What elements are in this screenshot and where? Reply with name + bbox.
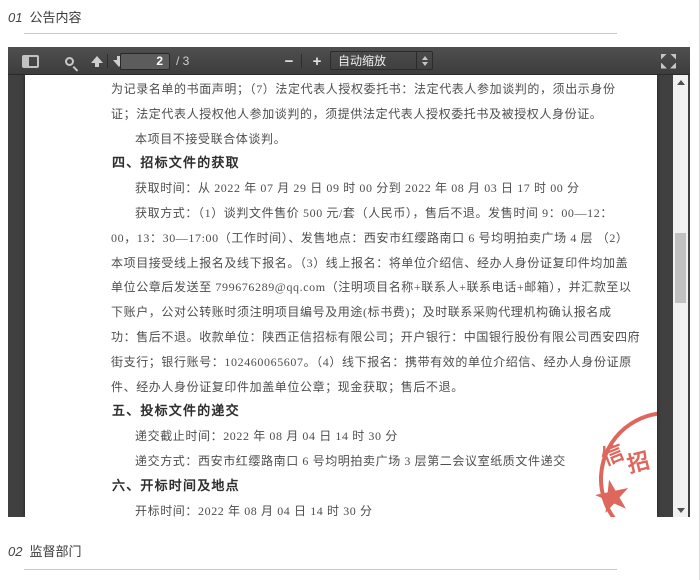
pdf-viewer: 2 / 3 − + 自动缩放 为记录名单的书面声明；（7）法定代表人: [8, 47, 690, 517]
section-number: 01: [8, 10, 22, 25]
doc-text-line: 递交方式：西安市红缨路南口 6 号均明拍卖广场 3 层第二会议室纸质文件递交: [111, 449, 651, 474]
doc-text-line: 街支行；银行账号：102460065607。（4）线下报名：携带有效的单位介绍信…: [111, 350, 651, 375]
section-number: 02: [8, 544, 22, 559]
doc-text-line: 本项目不接受联合体谈判。: [111, 127, 651, 152]
triangle-down-icon: [677, 508, 685, 513]
section-supervision-header: 02 监督部门: [8, 541, 81, 560]
doc-text-line: 为记录名单的书面声明；（7）法定代表人授权委托书：法定代表人参加谈判的，须出示身…: [111, 77, 651, 102]
page-number-input[interactable]: 2: [120, 53, 170, 70]
expand-icon: [661, 54, 676, 69]
doc-text-line: 获取方式：（1）谈判文件售价 500 元/套（人民币），售后不退。发售时间 9：…: [111, 201, 651, 226]
find-button[interactable]: [65, 47, 74, 75]
plus-icon: +: [308, 53, 326, 70]
doc-text-line: 下账户，公对公转账时须注明项目编号及用途(标书费)；及时联系采购代理机构确认报名…: [111, 300, 651, 325]
section-title: 监督部门: [29, 544, 81, 559]
doc-text-line: 本项目接受线上报名及线下报名。（3）线上报名：将单位介绍信、经办人身份证复印件均…: [111, 251, 651, 276]
doc-heading: 五、投标文件的递交: [111, 399, 651, 424]
sidebar-toggle-icon: [22, 55, 39, 68]
page-number-group: 2 / 3: [120, 47, 189, 75]
doc-text-line: 递交截止时间：2022 年 08 月 04 日 14 时 30 分: [111, 424, 651, 449]
doc-text-line: 获取时间：从 2022 年 07 月 29 日 09 时 00 分到 2022 …: [111, 176, 651, 201]
toolbar-separator: [107, 54, 108, 68]
doc-text-line: 件、经办人身份证复印件加盖单位公章；现金获取；售后不退。: [111, 375, 651, 400]
page: 01 公告内容 2 / 3 −: [0, 0, 700, 580]
arrow-up-icon: [90, 56, 104, 67]
doc-text-line: 功：售后不退。收款单位：陕西正信招标有限公司；开户银行：中国银行股份有限公司西安…: [111, 325, 651, 350]
zoom-out-button[interactable]: −: [280, 47, 298, 75]
minus-icon: −: [280, 53, 298, 70]
page-count-label: / 3: [176, 54, 189, 68]
doc-text-line: 开标时间：2022 年 08 月 04 日 14 时 30 分: [111, 499, 651, 517]
zoom-select-value: 自动缩放: [331, 52, 416, 69]
pdf-toolbar: 2 / 3 − + 自动缩放: [8, 47, 690, 75]
section-announcement-header: 01 公告内容: [8, 7, 81, 26]
doc-heading: 六、开标时间及地点: [111, 474, 651, 499]
sidebar-toggle-button[interactable]: [22, 47, 39, 75]
section-title: 公告内容: [29, 10, 81, 25]
pdf-page: 为记录名单的书面声明；（7）法定代表人授权委托书：法定代表人参加谈判的，须出示身…: [25, 75, 657, 517]
pdf-content-area: 为记录名单的书面声明；（7）法定代表人授权委托书：法定代表人参加谈判的，须出示身…: [8, 75, 690, 517]
presentation-mode-button[interactable]: [661, 47, 676, 75]
triangle-up-icon: [677, 80, 685, 85]
scroll-down-button[interactable]: [673, 503, 688, 517]
doc-text-line: 证；法定代表人授权他人参加谈判的，须提供法定代表人授权委托书及被授权人身份证。: [111, 102, 651, 127]
document-lines: 为记录名单的书面声明；（7）法定代表人授权委托书：法定代表人参加谈判的，须出示身…: [111, 77, 651, 517]
doc-text-line: 单位公章后发送至 799676289@qq.com（注明项目名称+联系人+联系电…: [111, 275, 651, 300]
scrollbar-thumb[interactable]: [675, 233, 686, 303]
chevron-up-down-icon: [416, 52, 432, 69]
scroll-up-button[interactable]: [673, 75, 688, 89]
search-icon: [65, 57, 74, 66]
section-divider: [24, 33, 617, 34]
doc-text-line: 00，13：30—17:00（工作时间）、发售地点：西安市红缨路南口 6 号均明…: [111, 226, 651, 251]
zoom-select-dropdown[interactable]: 自动缩放: [330, 51, 433, 70]
section-divider: [24, 569, 617, 570]
vertical-scrollbar[interactable]: [673, 75, 688, 517]
doc-heading: 四、招标文件的获取: [111, 151, 651, 176]
zoom-in-button[interactable]: +: [308, 47, 326, 75]
toolbar-separator: [301, 54, 302, 68]
previous-page-button[interactable]: [90, 47, 104, 75]
